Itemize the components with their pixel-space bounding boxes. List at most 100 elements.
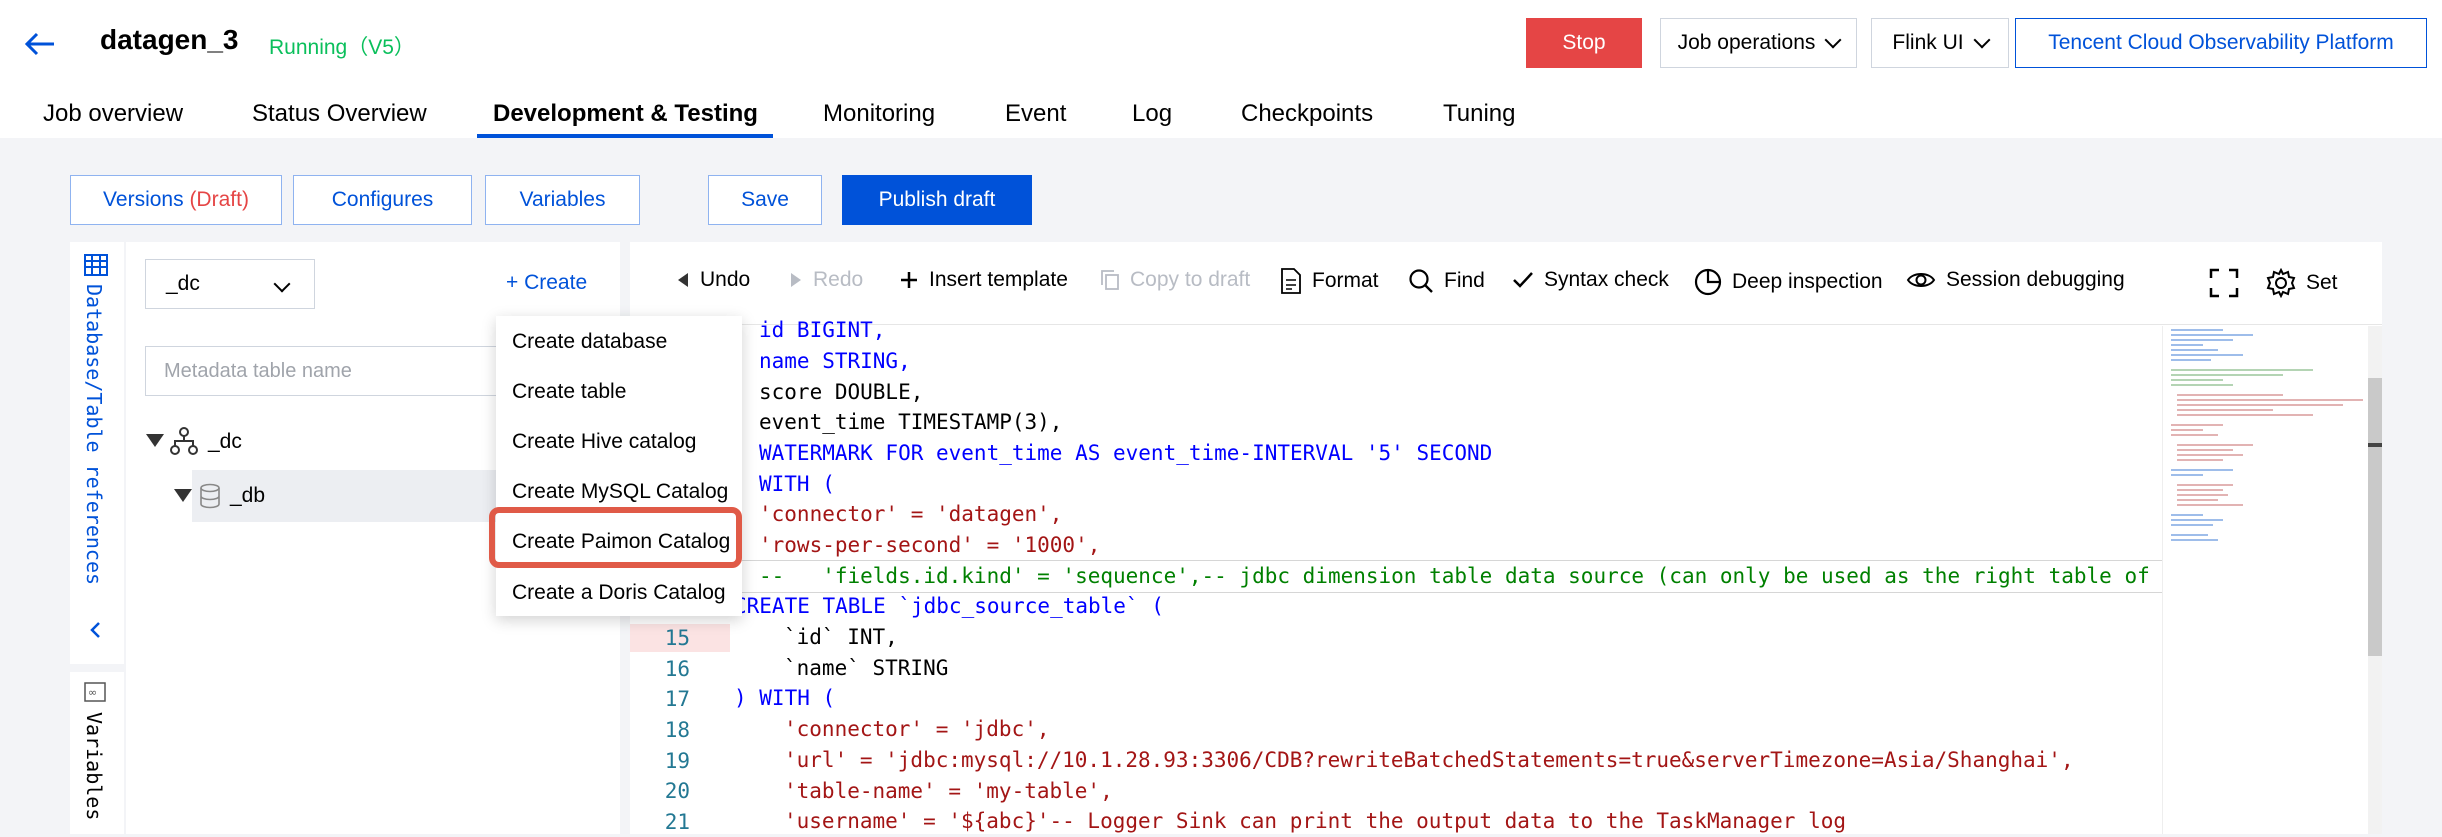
job-operations-label: Job operations <box>1677 31 1816 54</box>
document-icon <box>1281 268 1301 294</box>
check-icon <box>1513 272 1533 288</box>
find-label: Find <box>1444 269 1485 292</box>
stop-button[interactable]: Stop <box>1526 18 1642 68</box>
observability-button[interactable]: Tencent Cloud Observability Platform <box>2015 18 2427 68</box>
chevron-left-icon[interactable] <box>86 620 106 645</box>
session-debugging-button[interactable]: Session debugging <box>1906 268 2125 292</box>
metadata-search-input[interactable]: Metadata table name <box>145 346 515 396</box>
code-line: `name` STRING <box>784 656 949 680</box>
tab-checkpoints[interactable]: Checkpoints <box>1241 100 1373 128</box>
chevron-down-icon <box>1824 31 1842 49</box>
db-references-label: Database/Table references <box>82 284 106 586</box>
line-number: 21 <box>664 810 690 834</box>
redo-icon <box>791 273 801 287</box>
set-button[interactable]: Set <box>2266 268 2338 298</box>
tab-monitoring[interactable]: Monitoring <box>823 100 935 128</box>
configures-button[interactable]: Configures <box>293 175 472 225</box>
undo-icon <box>678 273 688 287</box>
versions-draft-label: (Draft) <box>189 188 249 211</box>
code-line: `id` INT, <box>784 625 898 649</box>
code-line: CREATE TABLE `jdbc_source_table` ( <box>734 594 1164 618</box>
flink-ui-dropdown[interactable]: Flink UI <box>1871 18 2009 68</box>
deep-inspection-label: Deep inspection <box>1732 270 1883 293</box>
undo-button[interactable]: Undo <box>676 268 750 292</box>
line-number: 20 <box>664 779 690 803</box>
tab-log[interactable]: Log <box>1132 100 1172 128</box>
syntax-check-button[interactable]: Syntax check <box>1512 268 1669 292</box>
tree-node-dc[interactable]: _dc <box>208 430 242 454</box>
tab-development-testing[interactable]: Development & Testing <box>493 100 758 128</box>
back-arrow-icon[interactable] <box>20 22 64 66</box>
code-line: WATERMARK FOR event_time AS event_time-I… <box>759 441 1493 465</box>
pie-chart-icon <box>1694 268 1722 296</box>
tab-event[interactable]: Event <box>1005 100 1066 128</box>
line-number: 19 <box>664 749 690 773</box>
copy-to-draft-label: Copy to draft <box>1130 268 1251 291</box>
set-label: Set <box>2306 271 2338 294</box>
code-line: id BIGINT, <box>759 318 886 342</box>
variables-strip[interactable]: ∞ Variables <box>70 672 124 834</box>
fullscreen-icon[interactable] <box>2209 268 2239 303</box>
save-button[interactable]: Save <box>708 175 822 225</box>
code-line: 'rows-per-second' = '1000', <box>759 533 1101 557</box>
plus-icon <box>901 272 917 288</box>
code-line: 'username' = '${abc}'-- Logger Sink can … <box>784 809 1847 833</box>
versions-label: Versions <box>103 188 184 211</box>
table-icon <box>84 254 108 281</box>
insert-template-label: Insert template <box>929 268 1068 291</box>
code-line: name STRING, <box>759 349 911 373</box>
variable-icon: ∞ <box>84 682 106 707</box>
code-minimap[interactable] <box>2162 326 2371 834</box>
job-operations-dropdown[interactable]: Job operations <box>1660 18 1857 68</box>
menu-item-create-database[interactable]: Create database <box>512 330 667 354</box>
highlight-annotation <box>489 507 742 568</box>
line-number: 17 <box>664 687 690 711</box>
catalog-select-value: _dc <box>166 272 200 295</box>
scroll-position-marker <box>2368 443 2382 447</box>
copy-to-draft-button[interactable]: Copy to draft <box>1100 268 1250 292</box>
deep-inspection-button[interactable]: Deep inspection <box>1694 268 1883 296</box>
line-number: 16 <box>664 657 690 681</box>
job-status-badge: Running（V5） <box>269 36 415 59</box>
editor-scrollbar-thumb[interactable] <box>2368 378 2382 656</box>
code-line: 'connector' = 'datagen', <box>759 502 1063 526</box>
session-debugging-label: Session debugging <box>1946 268 2125 291</box>
job-title: datagen_3 <box>100 24 239 55</box>
tab-status-overview[interactable]: Status Overview <box>252 100 427 128</box>
tab-tuning[interactable]: Tuning <box>1443 100 1516 128</box>
redo-label: Redo <box>813 268 864 291</box>
find-button[interactable]: Find <box>1408 268 1485 294</box>
expand-db-icon[interactable] <box>174 489 192 502</box>
versions-button[interactable]: Versions (Draft) <box>70 175 282 225</box>
gear-icon <box>2266 268 2296 298</box>
expand-dc-icon[interactable] <box>146 434 164 447</box>
variables-side-label: Variables <box>82 712 106 821</box>
menu-item-create-table[interactable]: Create table <box>512 380 626 404</box>
code-line: score DOUBLE, <box>759 380 924 404</box>
code-line: 'connector' = 'jdbc', <box>784 717 1050 741</box>
format-label: Format <box>1312 269 1379 292</box>
catalog-select[interactable]: _dc <box>145 259 315 309</box>
copy-icon <box>1101 270 1119 290</box>
tab-job-overview[interactable]: Job overview <box>43 100 183 128</box>
code-line: ) WITH ( <box>734 686 836 710</box>
db-references-strip[interactable]: Database/Table references <box>70 242 124 664</box>
format-button[interactable]: Format <box>1280 268 1379 294</box>
tree-node-db[interactable]: _db <box>230 484 265 508</box>
menu-item-create-mysql-catalog[interactable]: Create MySQL Catalog <box>512 480 728 504</box>
code-line: 'table-name' = 'my-table', <box>784 779 1113 803</box>
code-line: 'url' = 'jdbc:mysql://10.1.28.93:3306/CD… <box>784 748 2074 772</box>
publish-draft-button[interactable]: Publish draft <box>842 175 1032 225</box>
insert-template-button[interactable]: Insert template <box>899 268 1068 292</box>
redo-button[interactable]: Redo <box>789 268 863 292</box>
database-icon <box>199 483 221 514</box>
line-number: 15 <box>664 626 690 650</box>
code-line-comment: -- 'fields.id.kind' = 'sequence',-- jdbc… <box>759 564 2159 588</box>
syntax-check-label: Syntax check <box>1544 268 1669 291</box>
search-placeholder: Metadata table name <box>164 360 352 382</box>
menu-item-create-hive-catalog[interactable]: Create Hive catalog <box>512 430 696 454</box>
variables-button[interactable]: Variables <box>485 175 640 225</box>
menu-item-create-doris-catalog[interactable]: Create a Doris Catalog <box>512 581 726 605</box>
create-button[interactable]: + Create <box>506 271 587 295</box>
catalog-tree-icon <box>170 427 198 460</box>
